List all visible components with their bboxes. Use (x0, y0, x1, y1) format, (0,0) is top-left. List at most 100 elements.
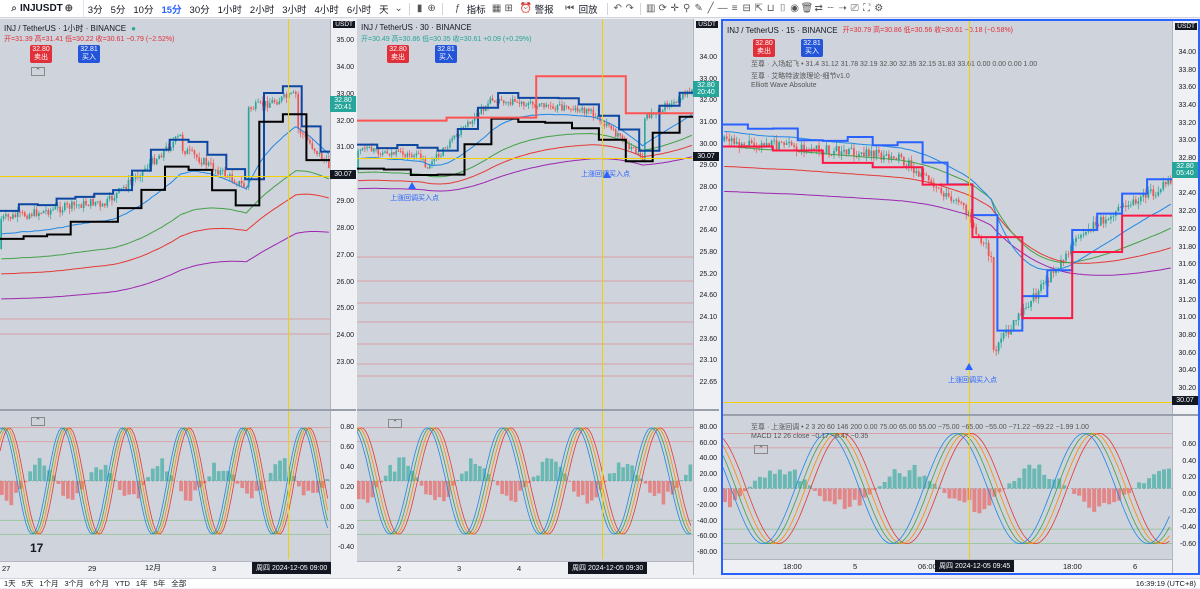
sell-button[interactable]: 32.80卖出 (753, 39, 775, 57)
range-1d[interactable]: 1天 (4, 578, 16, 589)
price-axis[interactable]: 34.0033.0032.0031.0030.0029.0028.0027.00… (693, 19, 719, 575)
buy-button[interactable]: 32.81买入 (78, 45, 100, 63)
pencil-icon[interactable]: ✎ (693, 3, 705, 15)
currency-badge[interactable]: USDT (333, 21, 355, 28)
candle-body (851, 148, 853, 149)
fib-icon[interactable]: ≡ (729, 3, 741, 15)
range-5y[interactable]: 5年 (154, 578, 166, 589)
range-ytd[interactable]: YTD (115, 579, 130, 588)
settings-icon[interactable]: ⚙ (873, 3, 885, 15)
collapse-oscillator-icon[interactable]: ⌃ (31, 417, 45, 426)
eye-icon[interactable]: ◉ (789, 3, 801, 15)
histogram-bar (1162, 469, 1166, 488)
currency-badge[interactable]: USDT (1175, 23, 1197, 30)
candle-body (841, 151, 843, 155)
sell-button[interactable]: 32.80卖出 (387, 45, 409, 63)
range-1y[interactable]: 1年 (136, 578, 148, 589)
timeframe-1h[interactable]: 1小时 (214, 2, 246, 16)
range-6m[interactable]: 6个月 (90, 578, 109, 589)
fullscreen-icon[interactable]: ⛶ (861, 3, 873, 15)
candle-body (736, 142, 738, 144)
range-5d[interactable]: 5天 (22, 578, 34, 589)
layout-grid-icon[interactable]: ▥ (645, 3, 657, 15)
candle-body (1068, 254, 1070, 255)
range-1m[interactable]: 1个月 (39, 578, 58, 589)
timeframe-6h[interactable]: 6小时 (343, 2, 375, 16)
arrow-icon[interactable]: ➝ (837, 3, 849, 15)
collapse-oscillator-icon[interactable]: ⌃ (754, 445, 768, 454)
chart-pane-15m[interactable]: INJ / TetherUS · 15 · BINANCE 开=30.79 高=… (721, 19, 1200, 575)
sync-icon[interactable]: ⟳ (657, 3, 669, 15)
histogram-bar (42, 466, 46, 481)
pane-separator[interactable] (357, 409, 719, 411)
layout-icon[interactable]: ⊞ (503, 3, 515, 15)
timeframe-30m[interactable]: 30分 (186, 2, 214, 16)
undo-icon[interactable]: ↶ (612, 3, 624, 15)
timeframe-3m[interactable]: 3分 (84, 2, 107, 16)
clock[interactable]: 16:39:19 (UTC+8) (1136, 579, 1196, 588)
chart-canvas-15m[interactable] (723, 21, 1172, 561)
candle-body (139, 177, 141, 178)
alert-button[interactable]: ⏰警报 (515, 2, 559, 16)
templates-icon[interactable]: ▦ (491, 3, 503, 15)
timeframe-10m[interactable]: 10分 (129, 2, 157, 16)
price-tick: 29.00 (699, 162, 717, 169)
chevron-down-icon[interactable]: ⌄ (393, 3, 405, 15)
candle-body (295, 92, 297, 94)
chart-canvas-30m[interactable] (357, 19, 693, 561)
trash-icon[interactable]: 🗑 (801, 3, 813, 15)
range-3m[interactable]: 3个月 (65, 578, 84, 589)
timeframe-5m[interactable]: 5分 (107, 2, 130, 16)
collapse-legend-icon[interactable]: ⌃ (31, 67, 45, 76)
add-symbol-icon[interactable]: ⊕ (63, 3, 75, 15)
replay-button[interactable]: ⏮回放 (559, 2, 603, 16)
indicators-button[interactable]: ƒ指标 (447, 2, 491, 16)
crosshair-icon[interactable]: ✛ (669, 3, 681, 15)
sync-drawings-icon[interactable]: ⇄ (813, 3, 825, 15)
candle-body (960, 202, 962, 203)
timeframe-15m[interactable]: 15分 (157, 2, 185, 16)
timeframe-2h[interactable]: 2小时 (246, 2, 278, 16)
histogram-bar (1032, 469, 1036, 489)
screenshot-icon[interactable]: ⎚ (849, 3, 861, 15)
redo-icon[interactable]: ↷ (624, 3, 636, 15)
dotted-line-icon[interactable]: ┈ (825, 3, 837, 15)
lock-icon[interactable]: ⌷ (777, 3, 789, 15)
link-icon[interactable]: ⚲ (681, 3, 693, 15)
timeframe-3h[interactable]: 3小时 (278, 2, 310, 16)
candle-body (59, 207, 61, 213)
candle-body (512, 99, 514, 105)
price-tick: 25.20 (699, 271, 717, 278)
candle-body (532, 102, 534, 105)
price-axis[interactable]: 34.0033.8033.6033.4033.2033.0032.8032.60… (1172, 21, 1198, 573)
line-tool-icon[interactable]: ╱ (705, 3, 717, 15)
measure-icon[interactable]: ⊟ (741, 3, 753, 15)
candle-body (548, 105, 550, 106)
chart-pane-30m[interactable]: INJ / TetherUS · 30 · BINANCE 开=30.49 高=… (357, 19, 719, 575)
range-all[interactable]: 全部 (171, 578, 186, 589)
histogram-bar (689, 464, 693, 481)
buy-button[interactable]: 32.81买入 (435, 45, 457, 63)
buy-button[interactable]: 32.81买入 (801, 39, 823, 57)
pane-separator[interactable] (0, 409, 356, 411)
candle-body (269, 103, 271, 108)
hline-tool-icon[interactable]: ― (717, 3, 729, 15)
magnet-icon[interactable]: ⊔ (765, 3, 777, 15)
candle-type-icon[interactable]: ▮ (414, 3, 426, 15)
timeframe-1d[interactable]: 天 (375, 2, 393, 16)
timeframe-4h[interactable]: 4小时 (311, 2, 343, 16)
histogram-bar (962, 489, 966, 503)
sell-button[interactable]: 32.80卖出 (30, 45, 52, 63)
symbol-search[interactable]: ⌕ INJUSDT ⊕ (0, 0, 84, 18)
histogram-bar (156, 466, 160, 481)
pane-separator[interactable] (723, 414, 1198, 416)
candle-body (182, 135, 184, 152)
cursor-icon[interactable]: ⇱ (753, 3, 765, 15)
chart-pane-1h[interactable]: INJ / TetherUS · 1小时 · BINANCE ● 开=31.39… (0, 19, 356, 575)
candle-body (828, 145, 830, 154)
current-price-tag: 32.8005:40 (1172, 162, 1198, 178)
chart-canvas-1h[interactable] (0, 19, 330, 561)
compare-icon[interactable]: ⊕ (426, 3, 438, 15)
collapse-oscillator-icon[interactable]: ⌃ (388, 419, 402, 428)
currency-badge[interactable]: USDT (696, 21, 718, 28)
